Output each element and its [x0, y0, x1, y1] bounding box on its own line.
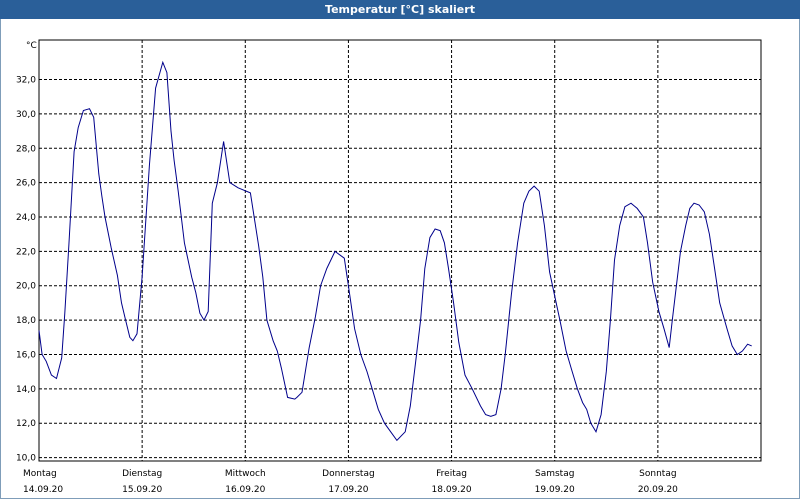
y-axis-unit: °C — [26, 41, 37, 51]
y-tick-label: 28,0 — [16, 144, 36, 154]
x-tick-date: 20.09.20 — [638, 485, 678, 495]
x-tick-date: 18.09.20 — [432, 485, 472, 495]
y-tick-label: 30,0 — [16, 110, 36, 120]
x-tick-day: Donnerstag — [322, 469, 375, 479]
y-tick-label: 24,0 — [16, 213, 36, 223]
grid — [39, 40, 761, 461]
y-tick-label: 12,0 — [16, 419, 36, 429]
x-tick-day: Samstag — [535, 469, 574, 479]
x-tick-day: Mittwoch — [225, 469, 266, 479]
plot-border — [38, 39, 762, 462]
x-tick-date: 15.09.20 — [122, 485, 162, 495]
y-tick-label: 10,0 — [16, 454, 36, 464]
y-tick-label: 26,0 — [16, 179, 36, 189]
y-tick-label: 16,0 — [16, 350, 36, 360]
y-tick-label: 32,0 — [16, 76, 36, 86]
y-tick-label: 22,0 — [16, 247, 36, 257]
x-tick-labels: Montag 14.09.20 Dienstag 15.09.20 Mittwoch 16… — [23, 469, 678, 495]
x-tick-date: 16.09.20 — [225, 485, 265, 495]
x-tick-date: 19.09.20 — [535, 485, 575, 495]
x-tick-date: 14.09.20 — [23, 485, 63, 495]
x-tick-day: Sonntag — [639, 469, 676, 479]
y-tick-labels: 10,0 12,0 14,0 16,0 18,0 20,0 22,0 24,0 26,0 28,0… — [16, 76, 36, 464]
x-tick-day: Freitag — [436, 469, 467, 479]
y-tick-label: 18,0 — [16, 316, 36, 326]
x-tick-day: Dienstag — [122, 469, 162, 479]
x-tick-date: 17.09.20 — [328, 485, 368, 495]
x-tick-day: Montag — [23, 469, 57, 479]
y-tick-label: 14,0 — [16, 385, 36, 395]
temperature-chart: °C 10,0 12,0 14,0 16,0 18,0 20,0 22,0 24,0 26,0 2… — [16, 39, 762, 495]
y-tick-label: 20,0 — [16, 282, 36, 292]
